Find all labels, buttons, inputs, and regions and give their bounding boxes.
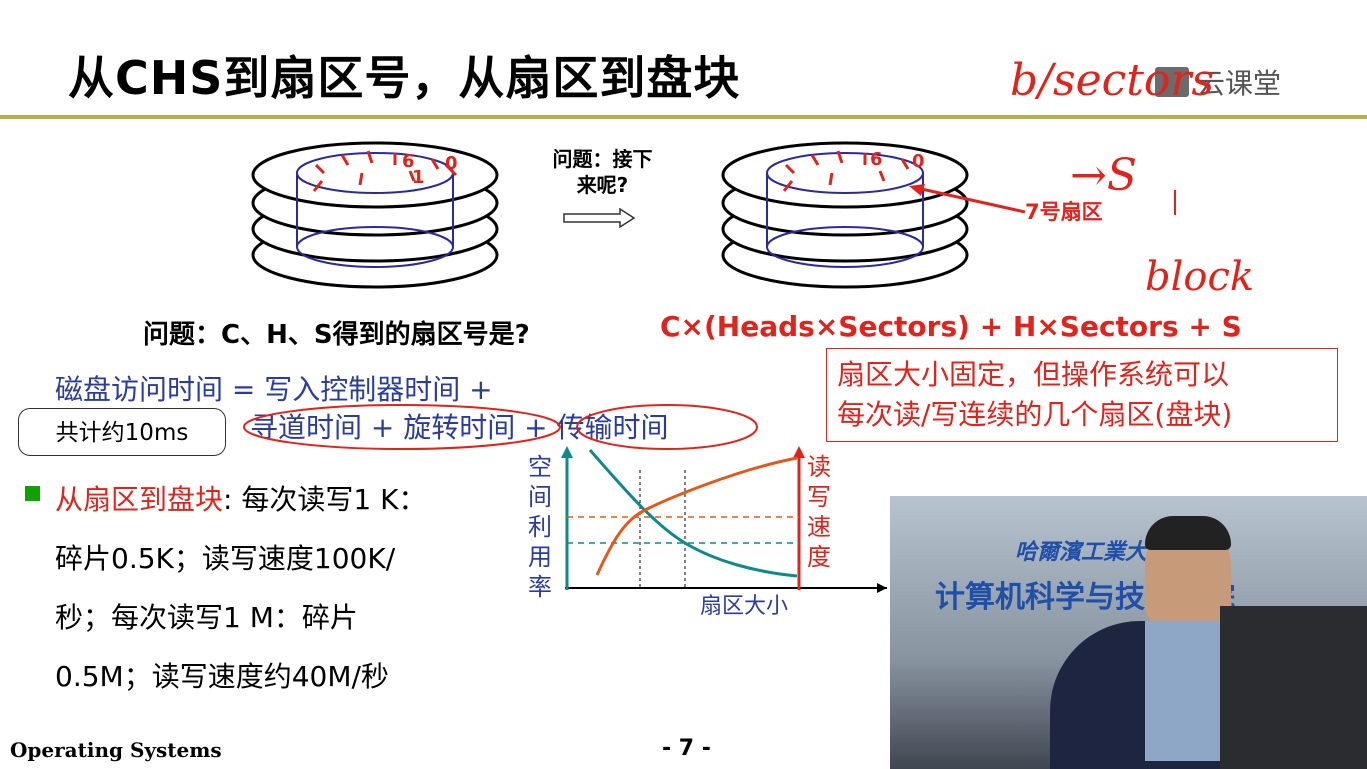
access-time-line1: 磁盘访问时间 = 写入控制器时间 + bbox=[55, 373, 493, 406]
bullet-line-1-text: : 每次读写1 K： bbox=[223, 483, 427, 516]
note-box: 扇区大小固定，但操作系统可以 每次读/写连续的几个扇区(盘块) bbox=[826, 348, 1338, 442]
total-time-box: 共计约10ms bbox=[18, 408, 226, 456]
disk-left-diagram: 6 0 1 bbox=[251, 141, 499, 289]
chart-y-axis-left-arrow bbox=[561, 446, 573, 458]
chart-xlabel: 扇区大小 bbox=[700, 594, 789, 619]
chart-x-axis-arrow bbox=[877, 583, 887, 593]
lecturer-hair bbox=[1145, 516, 1231, 550]
bullet-line-4: 0.5M；读写速度约40M/秒 bbox=[55, 660, 389, 693]
bullet-icon bbox=[25, 486, 40, 501]
footer-page-number: - 7 - bbox=[662, 736, 711, 761]
handwriting-3: block bbox=[1145, 254, 1254, 300]
disk-right-num-0: 0 bbox=[912, 151, 925, 172]
formula: C×(Heads×Sectors) + H×Sectors + S bbox=[660, 310, 1242, 343]
question-next: 问题：接下 来呢? bbox=[530, 146, 675, 198]
monitor bbox=[1220, 606, 1367, 769]
disk-left-num-0: 0 bbox=[445, 153, 458, 174]
handwriting-1: b/sectors bbox=[1010, 55, 1214, 106]
question-next-line1: 问题：接下 bbox=[552, 147, 653, 171]
bullet-line-1: 从扇区到盘块: 每次读写1 K： bbox=[55, 478, 426, 518]
series-space-utilization bbox=[588, 449, 798, 578]
note-line1: 扇区大小固定，但操作系统可以 bbox=[837, 358, 1230, 391]
sector-size-chart bbox=[561, 446, 887, 593]
question-next-line2: 来呢? bbox=[576, 173, 629, 197]
note-line2: 每次读/写连续的几个扇区(盘块) bbox=[837, 398, 1233, 431]
question-chs: 问题：C、H、S得到的扇区号是? bbox=[143, 320, 530, 350]
chart-y-axis-right-arrow bbox=[793, 446, 805, 458]
lecturer-shirt bbox=[1145, 621, 1231, 761]
disk-left-num-1: 1 bbox=[412, 167, 425, 188]
footer-course: Operating Systems bbox=[10, 738, 222, 762]
bullet-head: 从扇区到盘块 bbox=[55, 483, 224, 516]
disk-right-num-6: 6 bbox=[870, 149, 883, 170]
chart-ylabel-right: 读写速度 bbox=[807, 453, 831, 571]
bullet-line-3: 秒；每次读写1 M：碎片 bbox=[55, 601, 358, 634]
lecturer-video: 哈爾濱工業大 计算机科学与技术学院 bbox=[890, 496, 1367, 769]
handwritten-annotations: b/sectors →S block bbox=[1010, 55, 1254, 300]
video-banner-line1: 哈爾濱工業大 bbox=[1015, 539, 1148, 565]
bullet-line-2: 碎片0.5K；读写速度100K/ bbox=[55, 542, 396, 575]
handwriting-2: →S bbox=[1070, 150, 1137, 201]
chart-ylabel-left: 空间利用率 bbox=[528, 453, 552, 601]
slide-title: 从CHS到扇区号，从扇区到盘块 bbox=[68, 51, 741, 105]
arrow-right-icon bbox=[563, 208, 636, 228]
